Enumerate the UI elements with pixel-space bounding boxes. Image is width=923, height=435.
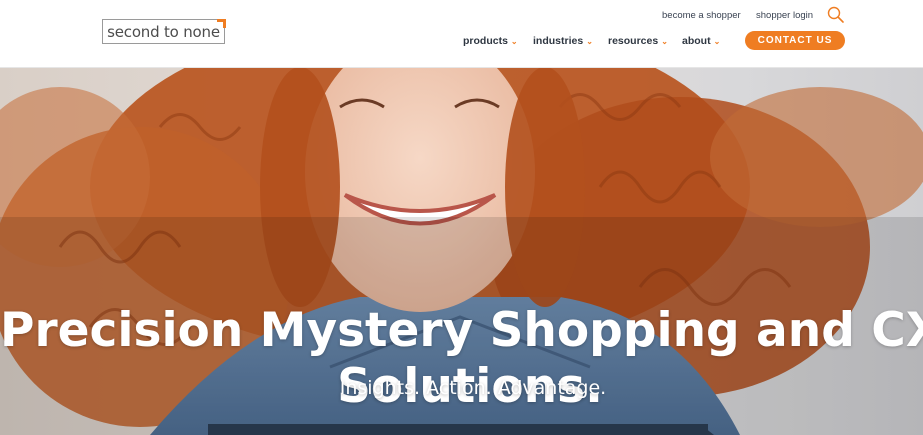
search-button[interactable] [826, 5, 846, 25]
logo-corner-accent [216, 18, 226, 28]
nav-products-label: products [463, 35, 508, 47]
shopper-login-link[interactable]: shopper login [756, 10, 813, 21]
hero-subtitle: Insights. Action. Advantage. [339, 377, 607, 399]
chevron-down-icon: ⌄ [510, 37, 518, 46]
chevron-down-icon: ⌄ [661, 37, 668, 46]
contact-us-button[interactable]: CONTACT US [745, 31, 845, 50]
magnifier-icon [827, 6, 844, 23]
hero-title-line-1: Precision Mystery Shopping and CX [0, 303, 923, 358]
chevron-down-icon: ⌄ [713, 37, 721, 46]
logo-text: second to none [107, 22, 220, 41]
become-shopper-link[interactable]: become a shopper [662, 10, 741, 21]
nav-resources[interactable]: resources ⌄ [608, 35, 668, 47]
hero-cta-bar[interactable] [208, 424, 708, 435]
nav-industries[interactable]: industries ⌄ [533, 35, 593, 47]
nav-about[interactable]: about ⌄ [682, 35, 720, 47]
nav-about-label: about [682, 35, 711, 47]
site-logo[interactable]: second to none [102, 18, 226, 44]
nav-resources-label: resources [608, 35, 659, 47]
chevron-down-icon: ⌄ [586, 37, 593, 46]
nav-industries-label: industries [533, 35, 584, 47]
hero-cta-bar-corner [700, 424, 714, 435]
site-header: second to none become a shopper shopper … [0, 0, 923, 68]
nav-products[interactable]: products ⌄ [463, 35, 518, 47]
